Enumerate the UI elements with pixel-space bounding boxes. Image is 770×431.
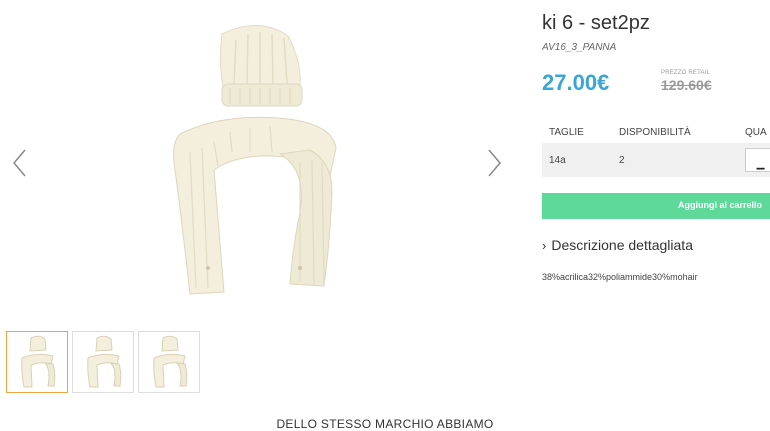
thumbnail-image: [153, 335, 188, 388]
add-to-cart-label: Aggiungi al carrello: [678, 200, 763, 210]
chevron-left-icon[interactable]: [10, 148, 30, 178]
minus-icon[interactable]: −: [756, 161, 765, 179]
description-text: 38%acrilica32%poliammide30%mohair: [542, 272, 698, 282]
add-to-cart-button[interactable]: Aggiungi al carrello: [542, 193, 770, 219]
thumbnail-image: [21, 335, 56, 388]
description-toggle[interactable]: › Descrizione dettagliata: [542, 237, 693, 253]
product-price: 27.00€: [542, 70, 610, 95]
chevron-right-icon[interactable]: [484, 148, 504, 178]
retail-price: 129.60€: [661, 77, 712, 93]
quantity-stepper[interactable]: −: [745, 148, 770, 178]
thumbnail-image: [87, 335, 122, 388]
chevron-right-small-icon: ›: [542, 238, 547, 253]
thumbnail-strip: [6, 331, 200, 393]
thumbnail-3[interactable]: [138, 331, 200, 393]
description-toggle-label: Descrizione dettagliata: [551, 237, 693, 253]
table-row: 14a 2 −: [542, 143, 770, 178]
thumbnail-1[interactable]: [6, 331, 68, 393]
product-sku: AV16_3_PANNA: [542, 42, 617, 53]
product-image[interactable]: [160, 22, 340, 312]
header-size: TAGLIE: [549, 127, 584, 138]
retail-price-label: PREZZO RETAIL: [661, 70, 711, 76]
product-info: ki 6 - set2pz AV16_3_PANNA 27.00€ PREZZO…: [542, 0, 770, 300]
row-availability: 2: [619, 155, 625, 166]
product-gallery: [0, 0, 520, 393]
row-size: 14a: [549, 155, 566, 166]
related-products-heading: DELLO STESSO MARCHIO ABBIAMO: [276, 417, 494, 431]
product-title: ki 6 - set2pz: [542, 12, 650, 34]
header-availability: DISPONIBILITÀ: [619, 127, 691, 138]
thumbnail-2[interactable]: [72, 331, 134, 393]
header-quantity: QUA: [745, 127, 767, 138]
